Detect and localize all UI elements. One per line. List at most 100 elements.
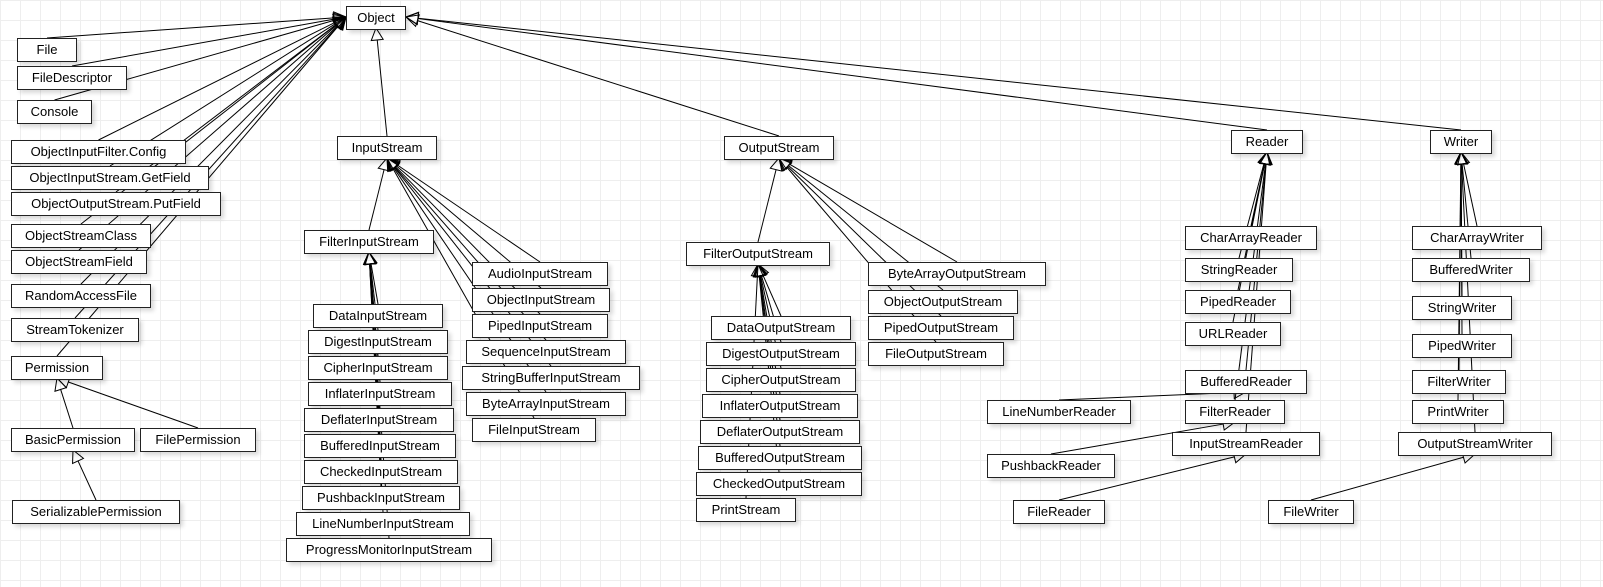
class-node-BufferedWriter[interactable]: BufferedWriter — [1412, 258, 1530, 282]
inheritance-arrowhead — [756, 264, 768, 277]
class-node-BasicPermission[interactable]: BasicPermission — [11, 428, 135, 452]
inheritance-arrowhead — [334, 17, 346, 30]
class-node-FilterWriter[interactable]: FilterWriter — [1412, 370, 1506, 394]
inheritance-arrowhead — [753, 264, 765, 277]
class-node-OutputStreamWriter[interactable]: OutputStreamWriter — [1398, 432, 1552, 456]
inheritance-arrowhead — [1456, 152, 1468, 164]
class-node-StringBufferInputStream[interactable]: StringBufferInputStream — [462, 366, 640, 390]
class-node-BufferedInputStream[interactable]: BufferedInputStream — [304, 434, 456, 458]
class-node-CheckedInputStream[interactable]: CheckedInputStream — [304, 460, 458, 484]
class-node-StringWriter[interactable]: StringWriter — [1412, 296, 1512, 320]
inheritance-arrowhead — [1259, 152, 1271, 165]
inheritance-arrowhead — [387, 158, 399, 171]
class-node-PushbackReader[interactable]: PushbackReader — [987, 454, 1115, 478]
class-node-InflaterOutputStream[interactable]: InflaterOutputStream — [702, 394, 858, 418]
class-node-DataOutputStream[interactable]: DataOutputStream — [711, 316, 851, 340]
inheritance-arrowhead — [364, 252, 376, 264]
class-node-File[interactable]: File — [17, 38, 77, 62]
inheritance-arrowhead — [333, 17, 346, 29]
class-node-ObjectOutputStreamPutField[interactable]: ObjectOutputStream.PutField — [11, 192, 221, 216]
inheritance-edge — [377, 40, 387, 136]
class-node-SequenceInputStream[interactable]: SequenceInputStream — [466, 340, 626, 364]
class-node-FileDescriptor[interactable]: FileDescriptor — [17, 66, 127, 90]
class-node-DeflaterInputStream[interactable]: DeflaterInputStream — [304, 408, 454, 432]
inheritance-arrowhead — [334, 12, 346, 24]
inheritance-arrowhead — [55, 378, 66, 391]
inheritance-arrowhead — [406, 12, 419, 24]
class-node-CharArrayReader[interactable]: CharArrayReader — [1185, 226, 1317, 250]
class-node-LineNumberReader[interactable]: LineNumberReader — [987, 400, 1131, 424]
class-node-LineNumberInputStream[interactable]: LineNumberInputStream — [296, 512, 470, 536]
inheritance-edge — [758, 170, 776, 242]
inheritance-arrowhead — [364, 252, 376, 265]
class-node-FileOutputStream[interactable]: FileOutputStream — [868, 342, 1004, 366]
class-node-ProgressMonitorInputStream[interactable]: ProgressMonitorInputStream — [286, 538, 492, 562]
class-node-CipherOutputStream[interactable]: CipherOutputStream — [706, 368, 856, 392]
inheritance-edge — [79, 25, 337, 250]
class-node-BufferedOutputStream[interactable]: BufferedOutputStream — [698, 446, 862, 470]
class-node-Writer[interactable]: Writer — [1430, 130, 1492, 154]
class-node-DigestInputStream[interactable]: DigestInputStream — [308, 330, 448, 354]
inheritance-edge — [1235, 164, 1265, 400]
class-node-ObjectOutputStream[interactable]: ObjectOutputStream — [868, 290, 1018, 314]
class-node-FileInputStream[interactable]: FileInputStream — [472, 418, 596, 442]
class-node-Object[interactable]: Object — [346, 6, 406, 30]
class-node-Permission[interactable]: Permission — [11, 356, 103, 380]
class-node-ObjectStreamField[interactable]: ObjectStreamField — [11, 250, 147, 274]
class-node-FileReader[interactable]: FileReader — [1013, 500, 1105, 524]
inheritance-edge — [763, 275, 781, 316]
inheritance-arrowhead — [387, 158, 400, 170]
inheritance-edge — [1251, 164, 1264, 226]
class-node-FilePermission[interactable]: FilePermission — [140, 428, 256, 452]
class-node-BufferedReader[interactable]: BufferedReader — [1185, 370, 1307, 394]
inheritance-arrowhead — [387, 158, 399, 171]
class-node-Reader[interactable]: Reader — [1231, 130, 1303, 154]
inheritance-arrowhead — [753, 264, 765, 277]
inheritance-arrowhead — [754, 264, 766, 277]
class-node-CheckedOutputStream[interactable]: CheckedOutputStream — [696, 472, 862, 496]
inheritance-arrowhead — [333, 13, 346, 25]
inheritance-arrowhead — [406, 15, 419, 26]
class-node-PrintWriter[interactable]: PrintWriter — [1412, 400, 1504, 424]
class-node-StringReader[interactable]: StringReader — [1185, 258, 1293, 282]
class-node-SerializablePermission[interactable]: SerializablePermission — [12, 500, 180, 524]
class-node-PushbackInputStream[interactable]: PushbackInputStream — [302, 486, 460, 510]
class-node-ByteArrayOutputStream[interactable]: ByteArrayOutputStream — [868, 262, 1046, 286]
class-node-PipedReader[interactable]: PipedReader — [1185, 290, 1291, 314]
class-node-InputStream[interactable]: InputStream — [337, 136, 437, 160]
inheritance-arrowhead — [378, 158, 390, 171]
class-node-PipedWriter[interactable]: PipedWriter — [1412, 334, 1512, 358]
class-node-DataInputStream[interactable]: DataInputStream — [313, 304, 443, 328]
class-node-PipedInputStream[interactable]: PipedInputStream — [472, 314, 608, 338]
class-node-ObjectInputStreamGetField[interactable]: ObjectInputStream.GetField — [11, 166, 209, 190]
class-node-ObjectInputStream[interactable]: ObjectInputStream — [472, 288, 610, 312]
class-node-FilterOutputStream[interactable]: FilterOutputStream — [686, 242, 830, 266]
inheritance-arrowhead — [1455, 152, 1467, 164]
class-node-ObjectInputFilterConfig[interactable]: ObjectInputFilter.Config — [11, 140, 186, 164]
class-node-Console[interactable]: Console — [17, 100, 92, 124]
class-node-CipherInputStream[interactable]: CipherInputStream — [308, 356, 448, 380]
class-node-URLReader[interactable]: URLReader — [1185, 322, 1281, 346]
inheritance-arrowhead — [364, 252, 376, 264]
class-node-ByteArrayInputStream[interactable]: ByteArrayInputStream — [466, 392, 626, 416]
class-node-FilterReader[interactable]: FilterReader — [1185, 400, 1285, 424]
inheritance-arrowhead — [333, 17, 346, 28]
class-node-RandomAccessFile[interactable]: RandomAccessFile — [11, 284, 151, 308]
class-node-PrintStream[interactable]: PrintStream — [696, 498, 796, 522]
class-node-InflaterInputStream[interactable]: InflaterInputStream — [308, 382, 452, 406]
class-node-DeflaterOutputStream[interactable]: DeflaterOutputStream — [700, 420, 860, 444]
class-node-AudioInputStream[interactable]: AudioInputStream — [472, 262, 608, 286]
class-node-ObjectStreamClass[interactable]: ObjectStreamClass — [11, 224, 151, 248]
inheritance-edge — [1311, 457, 1463, 500]
inheritance-arrowhead — [1258, 152, 1270, 165]
inheritance-arrowhead — [1259, 152, 1271, 165]
class-node-FileWriter[interactable]: FileWriter — [1268, 500, 1354, 524]
class-node-OutputStream[interactable]: OutputStream — [724, 136, 834, 160]
class-node-FilterInputStream[interactable]: FilterInputStream — [304, 230, 434, 254]
inheritance-arrowhead — [371, 28, 383, 41]
class-node-DigestOutputStream[interactable]: DigestOutputStream — [706, 342, 856, 366]
class-node-StreamTokenizer[interactable]: StreamTokenizer — [11, 318, 139, 342]
class-node-PipedOutputStream[interactable]: PipedOutputStream — [868, 316, 1014, 340]
class-node-CharArrayWriter[interactable]: CharArrayWriter — [1412, 226, 1542, 250]
class-node-InputStreamReader[interactable]: InputStreamReader — [1172, 432, 1320, 456]
